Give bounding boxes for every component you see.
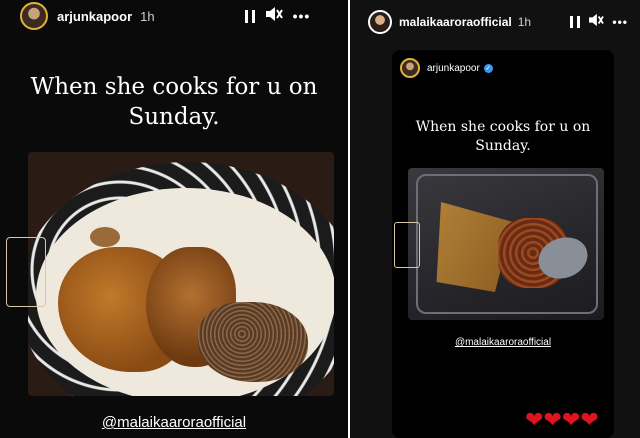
more-icon[interactable]: ••• [612, 16, 628, 28]
story-controls: ••• [244, 6, 311, 27]
mention-link[interactable]: @malaikaaroraofficial [24, 414, 324, 431]
pause-icon[interactable] [244, 9, 255, 23]
story-controls: ••• [570, 13, 628, 32]
heart-reaction: ❤❤❤❤ [525, 407, 599, 432]
username[interactable]: arjunkapoor [57, 9, 132, 24]
mute-icon[interactable] [588, 13, 605, 32]
side-frame [6, 237, 46, 307]
story-left: arjunkapoor 1h ••• When she cooks for u … [0, 0, 348, 438]
timestamp: 1h [140, 8, 155, 24]
shared-post-header: arjunkapoor ✓ [400, 58, 493, 78]
story-caption: When she cooks for u on Sunday. [30, 74, 318, 130]
verified-icon: ✓ [483, 63, 493, 73]
username[interactable]: arjunkapoor [427, 63, 480, 74]
shared-post-card[interactable]: arjunkapoor ✓ When she cooks for u on Su… [392, 50, 614, 438]
mute-icon[interactable] [265, 6, 283, 27]
avatar[interactable] [400, 58, 420, 78]
avatar[interactable] [20, 2, 48, 30]
story-right: malaikaaroraofficial 1h ••• arjunkapoor … [350, 0, 640, 438]
timestamp: 1h [517, 15, 532, 29]
side-frame [394, 222, 420, 268]
story-header: arjunkapoor 1h ••• [0, 2, 348, 30]
sauce-smear [90, 227, 120, 247]
story-caption: When she cooks for u on Sunday. [415, 119, 591, 154]
food-photo [28, 152, 334, 396]
more-icon[interactable]: ••• [293, 9, 311, 23]
rice [198, 302, 308, 382]
pause-icon[interactable] [570, 16, 581, 28]
story-header: malaikaaroraofficial 1h ••• [350, 8, 640, 36]
avatar[interactable] [368, 10, 392, 34]
username[interactable]: malaikaaroraofficial [399, 15, 512, 29]
mention-link[interactable]: @malaikaaroraofficial [402, 337, 604, 348]
reaction-hearts: ❤❤❤❤ [525, 409, 599, 431]
food-photo [408, 168, 604, 320]
